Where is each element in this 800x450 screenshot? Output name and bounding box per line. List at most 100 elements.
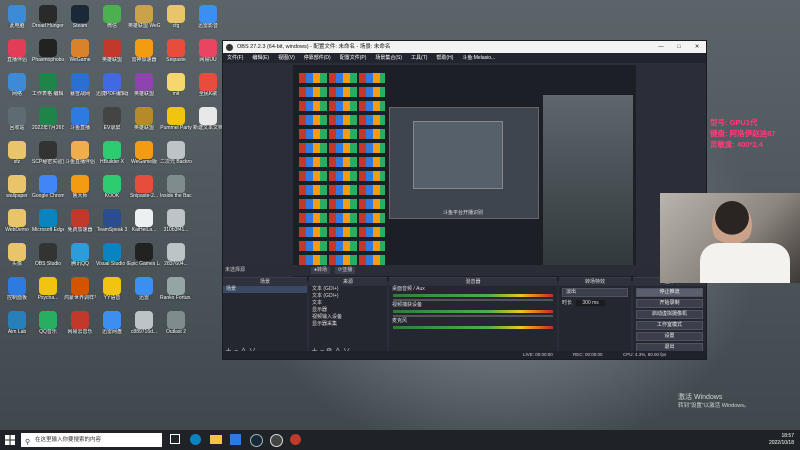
source-item[interactable]: 文本 (GDI+) (309, 293, 387, 300)
desktop-icon[interactable]: 直播伴侣 (1, 36, 33, 70)
desktop-icon[interactable]: 英雄联盟 (128, 70, 160, 104)
desktop-icon[interactable]: 迅雷网盘 (96, 308, 128, 342)
desktop-icon[interactable]: 网易UU (192, 36, 224, 70)
desktop-icon[interactable]: 斗鱼直播 (64, 104, 96, 138)
volume-slider[interactable] (393, 299, 553, 301)
desktop-icon[interactable]: KOOK (96, 172, 128, 206)
desktop-icon[interactable]: WeGame (64, 36, 96, 70)
desktop-icon[interactable]: Snipaste (160, 36, 192, 70)
menu-item[interactable]: 斗鱼:Melasio... (462, 55, 495, 61)
desktop-icon[interactable]: WeGame版 (128, 138, 160, 172)
desktop-icon[interactable]: 迅雷 (128, 274, 160, 308)
desktop-icon[interactable]: 全民K歌 (192, 70, 224, 104)
desktop-icon[interactable]: Snipaste-2... (128, 172, 160, 206)
desktop-icon[interactable]: 新建文本文档 (192, 104, 224, 138)
desktop-icon[interactable]: Microsoft Edge (32, 206, 64, 240)
desktop-icon[interactable]: KaiHeiLa... (128, 206, 160, 240)
menu-item[interactable]: 视图(V) (278, 55, 295, 61)
transition-button[interactable]: ●转场 (311, 267, 331, 274)
desktop-icon[interactable]: Pummel Party (160, 104, 192, 138)
desktop-icon[interactable]: Ranko Fortun... (160, 274, 192, 308)
desktop-icon[interactable]: 回收站 (1, 104, 33, 138)
task-view-icon[interactable] (170, 434, 180, 444)
desktop-icon[interactable]: Phasmophobia (32, 36, 64, 70)
desktop-icon[interactable]: 迅雷影音 (192, 2, 224, 36)
minimize-icon[interactable]: — (652, 41, 670, 53)
edge-taskbar-icon[interactable] (190, 434, 201, 445)
desktop-icon[interactable]: c889716d... (128, 308, 160, 342)
desktop-icon[interactable]: sfz (1, 138, 33, 172)
menu-item[interactable]: 编辑(E) (252, 55, 269, 61)
desktop-icon[interactable]: Psycha... (32, 274, 64, 308)
desktop-icon[interactable]: QQ音乐 (32, 308, 64, 342)
source-item[interactable]: 显示器 (309, 307, 387, 314)
windows-start-icon[interactable] (5, 435, 15, 445)
desktop-icon[interactable]: Steam (64, 2, 96, 36)
desktop-icon[interactable]: WebDemo (1, 206, 33, 240)
desktop-icon[interactable]: Visual Studio Code (96, 240, 128, 274)
menu-item[interactable]: 帮助(H) (436, 55, 453, 61)
steam-taskbar-icon[interactable] (250, 434, 263, 447)
desktop-icon[interactable]: 腾讯QQ (64, 240, 96, 274)
preview-canvas[interactable]: 斗鱼平台开播识别 (293, 65, 636, 281)
duration-field[interactable]: 300 ms (576, 300, 605, 306)
stop-streaming-button[interactable]: 停止推流 (636, 288, 703, 297)
menu-item[interactable]: 场景集合(S) (375, 55, 402, 61)
desktop-icon[interactable]: Epic Games Launcher (128, 240, 160, 274)
desktop-icon[interactable]: SCP秘密实验室 (32, 138, 64, 172)
desktop-icon[interactable]: 微信 (96, 2, 128, 36)
desktop-icon[interactable]: 网易云音乐 (64, 308, 96, 342)
restream-button[interactable]: ⟳亚播 (335, 267, 356, 274)
desktop-icon[interactable]: TeamSpeak 3 (96, 206, 128, 240)
desktop-icon[interactable]: 控制面板 (1, 274, 33, 308)
close-icon[interactable]: ✕ (688, 41, 706, 53)
desktop-icon[interactable]: 2022年7月26日.xlsx (32, 104, 64, 138)
settings-button[interactable]: 设置 (636, 332, 703, 341)
explorer-taskbar-icon[interactable] (210, 435, 222, 444)
source-item[interactable]: 文本 (309, 300, 387, 307)
app2-taskbar-icon[interactable] (290, 434, 301, 445)
desktop-icon[interactable]: YY语音 (96, 274, 128, 308)
desktop-icon[interactable]: wallpaper (1, 172, 33, 206)
transition-select[interactable]: 淡出 (562, 288, 628, 297)
source-item[interactable]: 视频输入设备 (309, 314, 387, 321)
desktop-icon[interactable]: 鸿蒙世界调样平台 (64, 274, 96, 308)
desktop-icon[interactable]: 310b3f41... (160, 206, 192, 240)
desktop-icon[interactable]: EV录屏 (96, 104, 128, 138)
desktop-icon[interactable]: HBuilder X (96, 138, 128, 172)
desktop-icon[interactable]: Outlast 2 (160, 308, 192, 342)
desktop-icon[interactable]: cfg (160, 2, 192, 36)
desktop-icon[interactable]: 英雄联盟 (128, 104, 160, 138)
maximize-icon[interactable]: □ (670, 41, 688, 53)
desktop-icon[interactable]: mit (160, 70, 192, 104)
system-tray-clock[interactable]: 18:57 2022/10/18 (734, 433, 794, 447)
scene-item[interactable]: 场景 (223, 286, 307, 293)
menu-item[interactable]: 工具(T) (411, 55, 427, 61)
menu-item[interactable]: 停靠部件(D) (304, 55, 331, 61)
menu-item[interactable]: 配置文件(P) (340, 55, 367, 61)
desktop-icon[interactable]: 迅捷PDF编辑器 (96, 70, 128, 104)
obs-titlebar[interactable]: OBS 27.2.3 (64-bit, windows) - 配置文件: 未命名… (223, 41, 706, 53)
desktop-icon[interactable]: 鲁大师 (64, 172, 96, 206)
desktop-icon[interactable]: 工作表格 编辑.xlsx (32, 70, 64, 104)
desktop-icon[interactable]: 英雄联盟 (96, 36, 128, 70)
desktop-icon[interactable]: 二次元 Backrooms (160, 138, 192, 172)
desktop-icon[interactable]: 2837604... (160, 240, 192, 274)
desktop-icon[interactable]: 网络 (1, 70, 33, 104)
desktop-icon[interactable]: 头像 (1, 240, 33, 274)
desktop-icon[interactable]: 雷神加速器 (128, 36, 160, 70)
desktop-icon[interactable]: OBS Studio (32, 240, 64, 274)
desktop-icon[interactable]: 免费加速器 (64, 206, 96, 240)
menu-item[interactable]: 文件(F) (227, 55, 243, 61)
desktop-icon[interactable]: 此电脑 (1, 2, 33, 36)
virtual-camera-button[interactable]: 启动虚拟摄像机 (636, 310, 703, 319)
desktop-icon[interactable]: Inside the Backrooms (160, 172, 192, 206)
desktop-icon[interactable]: Dread Hunger (32, 2, 64, 36)
desktop-icon[interactable]: Google Chrome (32, 172, 64, 206)
obs-taskbar-icon[interactable] (270, 434, 283, 447)
start-recording-button[interactable]: 开始录制 (636, 299, 703, 308)
volume-slider[interactable] (393, 315, 553, 317)
app-taskbar-icon[interactable] (230, 434, 241, 445)
studio-mode-button[interactable]: 工作室模式 (636, 321, 703, 330)
desktop-icon[interactable]: 暴雪战网 (64, 70, 96, 104)
